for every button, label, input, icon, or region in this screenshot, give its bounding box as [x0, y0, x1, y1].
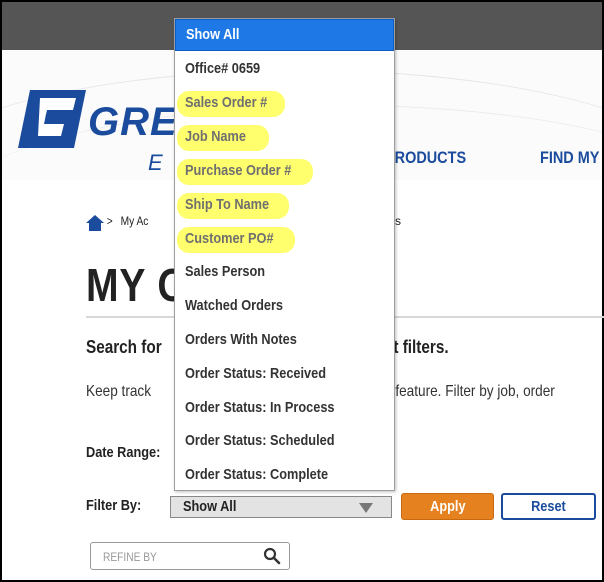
option-label: Order Status: Received: [185, 365, 327, 382]
chevron-down-icon: [359, 503, 373, 513]
filter-by-label: Filter By:: [86, 497, 142, 514]
option-label: Orders With Notes: [185, 331, 297, 348]
option-label: Order Status: Scheduled: [185, 432, 335, 449]
dropdown-option-watched-orders[interactable]: Watched Orders: [175, 291, 394, 323]
date-range-label: Date Range:: [86, 444, 161, 461]
brand-name[interactable]: GRE: [88, 100, 178, 145]
dropdown-option-sales-order[interactable]: Sales Order #: [175, 88, 394, 120]
refine-by-input[interactable]: REFINE BY: [90, 542, 290, 570]
option-label: Sales Order #: [185, 94, 268, 111]
breadcrumb: > My Ac: [88, 214, 149, 228]
option-label: Customer PO#: [185, 230, 274, 247]
option-label: Job Name: [185, 128, 246, 145]
option-label: Order Status: In Process: [185, 399, 335, 416]
dropdown-option-ship-to-name[interactable]: Ship To Name: [175, 190, 394, 222]
reset-button[interactable]: Reset: [501, 493, 596, 520]
dropdown-option-status-scheduled[interactable]: Order Status: Scheduled: [175, 426, 394, 458]
description-text-tail: h feature. Filter by job, order: [384, 383, 555, 400]
option-label: Office# 0659: [185, 60, 261, 77]
breadcrumb-current: s: [395, 214, 401, 228]
reset-label: Reset: [531, 498, 566, 515]
dropdown-option-office[interactable]: Office# 0659: [175, 54, 394, 86]
nav-find-my-link[interactable]: FIND MY: [540, 148, 599, 168]
filter-dropdown-list: Show All Office# 0659 Sales Order # Job …: [174, 18, 395, 491]
dropdown-option-status-received[interactable]: Order Status: Received: [175, 359, 394, 391]
breadcrumb-my-account-link[interactable]: My Ac: [121, 214, 149, 228]
nav-products-link[interactable]: PRODUCTS: [385, 148, 466, 168]
option-label: Watched Orders: [185, 297, 284, 314]
option-label: Order Status: Complete: [185, 466, 329, 483]
dropdown-option-sales-person[interactable]: Sales Person: [175, 257, 394, 289]
option-label: Show All: [186, 26, 240, 43]
breadcrumb-separator: >: [106, 214, 113, 228]
dropdown-option-show-all[interactable]: Show All: [175, 19, 394, 51]
filter-select-value: Show All: [183, 498, 237, 515]
dropdown-option-purchase-order[interactable]: Purchase Order #: [175, 156, 394, 188]
description-text: Keep track: [86, 383, 152, 400]
dropdown-option-orders-with-notes[interactable]: Orders With Notes: [175, 325, 394, 357]
brand-subtitle: E: [148, 150, 163, 175]
dropdown-option-job-name[interactable]: Job Name: [175, 122, 394, 154]
filter-by-select[interactable]: Show All: [170, 496, 392, 518]
search-icon[interactable]: [263, 547, 281, 565]
search-heading: Search for: [86, 337, 162, 357]
apply-label: Apply: [429, 498, 466, 515]
dropdown-option-status-in-process[interactable]: Order Status: In Process: [175, 393, 394, 425]
dropdown-option-status-complete[interactable]: Order Status: Complete: [175, 460, 394, 492]
dropdown-option-customer-po[interactable]: Customer PO#: [175, 224, 394, 256]
apply-button[interactable]: Apply: [401, 493, 494, 520]
option-label: Ship To Name: [185, 196, 270, 213]
logo-icon[interactable]: [16, 90, 86, 148]
option-label: Sales Person: [185, 263, 266, 280]
refine-placeholder: REFINE BY: [103, 550, 157, 564]
option-label: Purchase Order #: [185, 162, 292, 179]
